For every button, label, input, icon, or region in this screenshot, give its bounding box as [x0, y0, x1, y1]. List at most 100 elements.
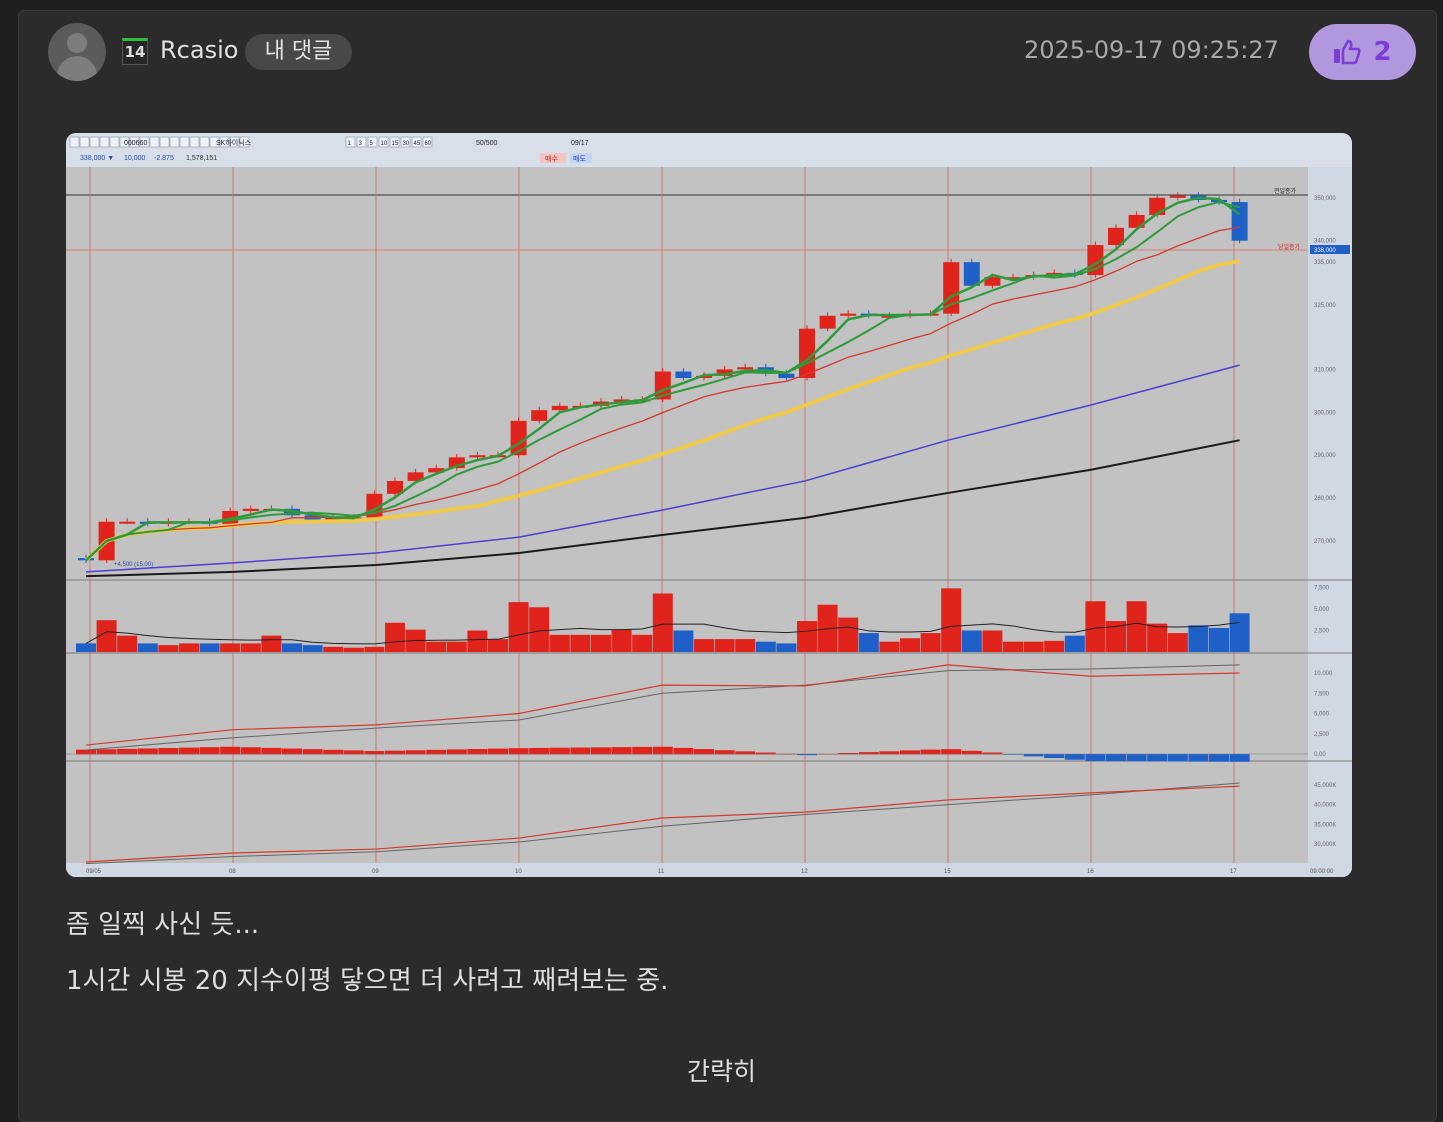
volume-bar [570, 634, 591, 652]
candle-body [737, 367, 754, 370]
volume-bar [1167, 633, 1188, 652]
price-axis [1308, 167, 1352, 877]
volume-bar [364, 646, 385, 652]
obv-tick-label: 40,000K [1314, 803, 1336, 809]
price-tick-label: 280,000 [1314, 496, 1336, 502]
volume-bar [591, 634, 611, 652]
macd-histogram-bar [261, 747, 282, 755]
interval-label: 60 [425, 141, 432, 147]
avatar[interactable] [48, 23, 106, 81]
volume-bar [735, 639, 756, 652]
volume-bar [261, 635, 282, 652]
macd-histogram-bar [673, 747, 694, 755]
macd-histogram-bar [1209, 754, 1229, 762]
volume-bar [137, 643, 158, 652]
price-tick-label: 270,000 [1314, 539, 1336, 545]
candle-body [242, 508, 259, 511]
toolbar-button [79, 136, 90, 148]
volume-bar [776, 643, 797, 652]
toolbar-date: 09/17 [571, 140, 589, 147]
candle-body [469, 455, 486, 458]
comment-line-2: 1시간 시봉 20 지수이평 닿으면 더 사려고 째려보는 중. [66, 966, 669, 996]
volume-bar [446, 641, 467, 652]
interval-label: 15 [392, 141, 399, 147]
comment-line-1: 좀 일찍 사신 듯... [66, 910, 260, 940]
volume-bar [1003, 641, 1023, 652]
toolbar-code: 000660 [124, 140, 147, 147]
macd-histogram-bar [591, 747, 611, 755]
volume-bar [488, 639, 508, 652]
macd-histogram-bar [1229, 754, 1250, 762]
low-annotation: +4,500 (15.00) [114, 562, 153, 568]
volume-bar [961, 630, 982, 652]
x-tick-label: 08 [229, 869, 236, 875]
candle-body [551, 405, 568, 411]
volume-bar [838, 617, 859, 652]
volume-bar [282, 643, 302, 652]
toolbar-volume: 1,578,151 [186, 155, 217, 162]
x-tick-label: 09 [372, 869, 379, 875]
macd-histogram-bar [941, 749, 962, 755]
current-price-label: 338,000 [1314, 248, 1336, 254]
macd-histogram-bar [1147, 754, 1168, 762]
avatar-body [57, 56, 97, 81]
my-comment-tag: 내 댓글 [245, 34, 352, 70]
collapse-button[interactable]: 간략히 [0, 1052, 1443, 1088]
interval-label: 10 [381, 141, 388, 147]
x-tick-label: 11 [658, 869, 665, 875]
price-tick-label: 310,000 [1314, 367, 1336, 373]
volume-bar [426, 641, 447, 652]
volume-bar [323, 646, 344, 652]
macd-histogram-bar [1167, 754, 1188, 762]
macd-histogram-bar [549, 747, 570, 755]
volume-bar [673, 630, 694, 652]
volume-bar [858, 633, 879, 652]
volume-bar [529, 607, 550, 652]
toolbar-button [69, 136, 80, 148]
time-axis [66, 863, 1352, 877]
macd-histogram-bar [1188, 754, 1209, 762]
interval-label: 30 [403, 141, 410, 147]
volume-bar [652, 593, 673, 652]
attached-chart-image[interactable]: 000660 SK하이닉스 1 3 5 10 15 30 45 60 50/500 09/17 338,… [66, 133, 1352, 877]
price-tick-label: 335,000 [1314, 260, 1336, 266]
price-tick-label: 340,000 [1314, 239, 1336, 245]
volume-bar [714, 639, 735, 652]
volume-tick-label: 7,500 [1314, 586, 1330, 592]
volume-bar [549, 634, 570, 652]
toolbar-price: 338,000 ▼ [80, 155, 114, 162]
toolbar-button [89, 136, 100, 148]
avatar-head [67, 33, 87, 53]
toolbar-name: SK하이닉스 [216, 138, 252, 147]
volume-bar [1209, 627, 1229, 652]
volume-bar [755, 641, 776, 652]
volume-tick-label: 5,000 [1314, 607, 1330, 613]
volume-bar [1229, 613, 1250, 652]
volume-bar [76, 643, 96, 652]
level-badge: 14 [122, 38, 148, 65]
macd-histogram-bar [1064, 754, 1085, 760]
macd-tick-label: 10,000 [1314, 671, 1333, 677]
candle-body [1169, 195, 1186, 198]
volume-bar [240, 643, 261, 652]
x-tick-label: 16 [1087, 869, 1094, 875]
volume-bar [220, 643, 241, 652]
x-tick-label: 15 [944, 869, 951, 875]
x-end-label: 09:00:00 [1310, 869, 1334, 875]
macd-tick-label: 5,000 [1314, 712, 1330, 718]
volume-bar [199, 643, 220, 652]
candle-body [531, 410, 548, 421]
volume-bar [920, 633, 941, 652]
toolbar-change: 10,000 [124, 155, 146, 162]
volume-bar [385, 622, 405, 652]
toolbar-button [199, 136, 210, 148]
toolbar-rate: -2.875 [154, 155, 174, 162]
x-tick-label: 09/05 [86, 869, 102, 875]
like-button[interactable]: 2 [1309, 24, 1416, 80]
toolbar-button [169, 136, 180, 148]
candle-body [510, 420, 527, 456]
sell-label: 매도 [573, 155, 586, 163]
volume-bar [1023, 641, 1044, 652]
volume-bar [343, 647, 364, 652]
author-name[interactable]: Rcasio [160, 36, 238, 64]
